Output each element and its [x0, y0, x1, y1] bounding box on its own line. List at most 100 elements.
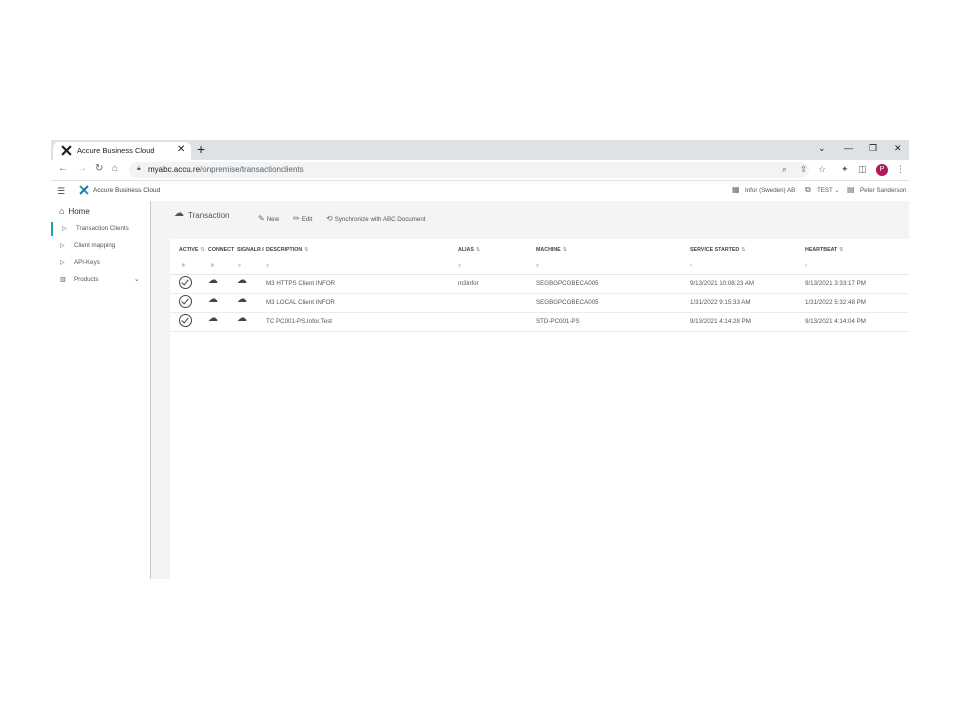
cell-service-started: 9/13/2021 4:14:28 PM	[690, 318, 751, 325]
play-outline-icon: ▷	[62, 226, 67, 232]
filter-signalr-icon[interactable]: ⌕	[238, 263, 241, 270]
edit-button[interactable]: ✏︎ Edit	[293, 214, 312, 223]
column-header-description[interactable]: DESCRIPTION ⇅	[266, 247, 309, 253]
filter-machine-icon[interactable]: ⌕	[536, 263, 539, 270]
new-tab-icon[interactable]: +	[197, 141, 205, 157]
active-check-icon	[179, 314, 192, 327]
filter-description-icon[interactable]: ⌕	[266, 263, 269, 270]
forward-icon[interactable]: →	[77, 163, 87, 174]
column-header-alias[interactable]: ALIAS ⇅	[458, 247, 480, 253]
window-close-icon[interactable]: ✕	[894, 143, 902, 154]
browser-window: Accure Business Cloud ✕ + ⌄ — ❐ ✕ ← → ↻ …	[51, 140, 909, 579]
sidebar-item-label: Client mapping	[74, 242, 116, 249]
cell-description: M3 HTTPS Client INFOR	[266, 280, 336, 287]
side-panel-icon[interactable]: ◫	[858, 164, 867, 175]
lock-icon: 🔒︎	[137, 165, 141, 172]
share-icon[interactable]: ⇪	[800, 164, 808, 175]
filter-service-started-icon[interactable]: ▫	[690, 263, 692, 269]
sidebar-item-transaction-clients[interactable]: ▷ Transaction Clients	[51, 222, 152, 236]
filter-connect-icon[interactable]: ✳︎	[210, 263, 215, 269]
sidebar-home[interactable]: ⌂ Home	[59, 206, 90, 216]
address-bar[interactable]: 🔒︎ myabc.accu.re/onpremise/transactioncl…	[129, 162, 809, 178]
connect-cloud-icon: ☁︎	[208, 313, 218, 324]
sidebar-item-api-keys[interactable]: ▷ API-Keys	[51, 256, 150, 270]
cell-heartbeat: 9/13/2021 4:14:04 PM	[805, 318, 866, 325]
cell-service-started: 9/13/2021 10:08:23 AM	[690, 280, 754, 287]
column-header-connect[interactable]: CONNECT	[208, 247, 234, 253]
table-row[interactable]: ☁︎ ☁︎ M3 HTTPS Client INFOR m3infor SEGB…	[170, 274, 909, 294]
active-check-icon	[179, 295, 192, 308]
reload-icon[interactable]: ↻	[95, 163, 103, 174]
environment-selector[interactable]: TEST ⌄	[817, 187, 840, 194]
cell-machine: SEGBGPCGBECA005	[536, 280, 599, 287]
play-outline-icon: ▷	[60, 243, 65, 249]
column-header-machine[interactable]: MACHINE ⇅	[536, 247, 567, 253]
filter-alias-icon[interactable]: ⌕	[458, 263, 461, 270]
profile-avatar[interactable]: P	[876, 164, 888, 176]
browser-tab[interactable]: Accure Business Cloud ✕	[53, 142, 191, 160]
connect-cloud-icon: ☁︎	[208, 294, 218, 305]
app-header: ☰ Accure Business Cloud ▦ Infor (Sweden)…	[51, 181, 909, 202]
cell-machine: STD-PC001-PS	[536, 318, 580, 325]
transaction-clients-table: ACTIVE ⇅ CONNECT SIGNALR I DESCRIPTION ⇅ A…	[170, 239, 909, 579]
signalr-cloud-icon: ☁︎	[237, 313, 247, 324]
table-row[interactable]: ☁︎ ☁︎ M3 LOCAL Client INFOR SEGBGPCGBECA…	[170, 293, 909, 313]
sidebar-home-label: Home	[68, 207, 90, 216]
cloud-upload-icon: ☁︎	[174, 208, 184, 219]
search-icon[interactable]: ⌕	[782, 164, 787, 175]
chevron-down-icon: ⌄	[134, 276, 140, 283]
filter-row: ✳︎ ✳︎ ⌕ ⌕ ⌕ ⌕ ▫ ▫	[170, 260, 909, 275]
browser-toolbar: ← → ↻ ⌂ 🔒︎ myabc.accu.re/onpremise/trans…	[51, 160, 909, 181]
user-name[interactable]: Peter Sanderson	[860, 187, 906, 194]
user-card-icon: ▤	[847, 185, 855, 194]
cell-heartbeat: 9/13/2021 3:33:17 PM	[805, 280, 866, 287]
column-header-heartbeat[interactable]: HEARTBEAT ⇅	[805, 247, 844, 253]
hamburger-menu-icon[interactable]: ☰	[57, 186, 65, 197]
active-check-icon	[179, 276, 192, 289]
restore-icon[interactable]: ❐	[869, 143, 877, 154]
back-icon[interactable]: ←	[58, 163, 68, 174]
page-title: Transaction	[188, 211, 230, 220]
filter-heartbeat-icon[interactable]: ▫	[805, 263, 807, 269]
cell-heartbeat: 1/31/2022 5:32:48 PM	[805, 299, 866, 306]
sync-button[interactable]: ⟲ Synchronize with ABC Document	[326, 214, 426, 223]
new-icon: ✎	[258, 214, 265, 223]
sidebar-item-client-mapping[interactable]: ▷ Client mapping	[51, 239, 150, 253]
signalr-cloud-icon: ☁︎	[237, 294, 247, 305]
column-header-signalr[interactable]: SIGNALR I	[237, 247, 264, 253]
new-button[interactable]: ✎ New	[258, 214, 279, 223]
minimize-icon[interactable]: —	[844, 143, 853, 153]
url-text: myabc.accu.re/onpremise/transactionclien…	[148, 165, 304, 174]
cell-description: M3 LOCAL Client INFOR	[266, 299, 335, 306]
close-tab-icon[interactable]: ✕	[177, 144, 185, 155]
app-logo-icon	[79, 185, 89, 195]
cell-machine: SEGBGPCGBECA005	[536, 299, 599, 306]
sidebar-item-label: Products	[74, 276, 99, 283]
app-title: Accure Business Cloud	[93, 187, 161, 194]
sidebar: ⌂ Home ▷ Transaction Clients ▷ Client map…	[51, 201, 151, 579]
extensions-icon[interactable]: ✦	[841, 164, 849, 175]
menu-dots-icon[interactable]: ⋮	[896, 164, 905, 175]
filter-active-icon[interactable]: ✳︎	[181, 263, 186, 269]
table-row[interactable]: ☁︎ ☁︎ TC PC001-PS.Infor.Test STD-PC001-P…	[170, 312, 909, 332]
signalr-cloud-icon: ☁︎	[237, 275, 247, 286]
connect-cloud-icon: ☁︎	[208, 275, 218, 286]
cell-alias: m3infor	[458, 280, 479, 287]
products-icon: ▥	[60, 277, 66, 283]
tab-title: Accure Business Cloud	[77, 146, 155, 155]
sidebar-item-products[interactable]: ▥ Products ⌄	[51, 273, 150, 287]
home-icon: ⌂	[59, 206, 65, 216]
tab-strip: Accure Business Cloud ✕ + ⌄ — ❐ ✕	[51, 140, 909, 160]
company-selector[interactable]: Infor (Sweden) AB	[745, 187, 795, 194]
main-content: ☁︎ Transaction ✎ New ✏︎ Edit ⟲ Synchronize …	[151, 201, 909, 579]
home-icon[interactable]: ⌂	[112, 163, 118, 174]
app-logo-icon	[61, 145, 72, 156]
cell-service-started: 1/31/2022 9:15:33 AM	[690, 299, 751, 306]
cell-description: TC PC001-PS.Infor.Test	[266, 318, 333, 325]
column-header-service-started[interactable]: SERVICE STARTED ⇅	[690, 247, 746, 253]
bookmark-star-icon[interactable]: ☆	[818, 164, 826, 175]
tab-search-icon[interactable]: ⌄	[818, 143, 826, 154]
building-icon: ▦	[732, 185, 740, 194]
column-header-active[interactable]: ACTIVE ⇅	[179, 247, 205, 253]
sidebar-item-label: Transaction Clients	[76, 225, 129, 232]
